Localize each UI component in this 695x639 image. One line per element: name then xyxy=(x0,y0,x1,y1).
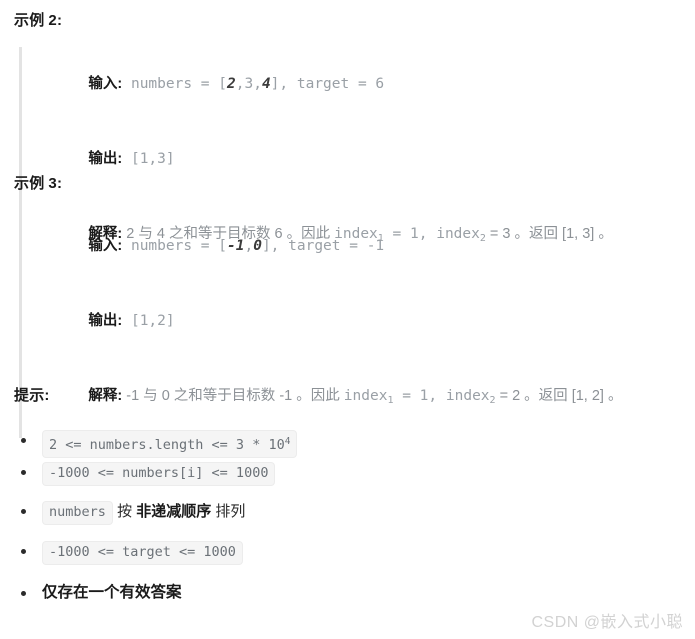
example-2-output-value: [1,3] xyxy=(122,151,175,167)
example-3-output-value: [1,2] xyxy=(122,313,175,329)
hint-3-text: 按 非递减顺序 排列 xyxy=(112,503,246,520)
bullet-icon xyxy=(21,549,26,554)
example-3-explanation-eq2: = 2 。返回 [1, 2] 。 xyxy=(495,388,623,404)
example-2-heading-number: 2: xyxy=(48,12,63,29)
example-3-input-label: 输入: xyxy=(88,238,123,254)
example-3-output-line: 输出: [1,2] xyxy=(36,284,681,359)
example-3-explanation-line: 解释: -1 与 0 之和等于目标数 -1 。因此 index1 = 1, in… xyxy=(36,359,681,438)
example-2-input-suffix: ], target = 6 xyxy=(270,76,385,92)
example-3-input-line: 输入: numbers = [-1,0], target = -1 xyxy=(36,209,681,284)
example-3-explanation-index2: index xyxy=(445,388,490,404)
example-3-explanation-text-1: -1 与 0 之和等于目标数 -1 。因此 xyxy=(122,388,344,404)
example-2-input-value-b: 4 xyxy=(261,76,271,92)
hints-list: 2 <= numbers.length <= 3 * 104 -1000 <= … xyxy=(14,430,674,615)
example-2-input-prefix: numbers = [ xyxy=(122,76,227,92)
example-3-block: 输入: numbers = [-1,0], target = -1 输出: [1… xyxy=(19,209,681,438)
example-2-output-line: 输出: [1,3] xyxy=(36,122,681,197)
bullet-icon xyxy=(21,509,26,514)
example-2-heading: 示例 2: xyxy=(14,12,62,30)
hint-2-code: -1000 <= numbers[i] <= 1000 xyxy=(42,462,276,486)
hint-item-4: -1000 <= target <= 1000 xyxy=(14,541,674,583)
hint-1-code: 2 <= numbers.length <= 3 * 104 xyxy=(42,430,298,459)
bullet-icon xyxy=(21,591,26,596)
hint-5-text: 仅存在一个有效答案 xyxy=(42,584,182,601)
hint-item-3: numbers 按 非递减顺序 排列 xyxy=(14,501,674,541)
example-3-input-mid: , xyxy=(244,238,254,254)
example-2-input-label: 输入: xyxy=(88,76,123,92)
example-3-heading: 示例 3: xyxy=(14,175,62,193)
example-3-input-prefix: numbers = [ xyxy=(122,238,227,254)
example-3-heading-number: 3: xyxy=(48,175,63,192)
example-3-explanation-eq1: = 1, xyxy=(393,388,446,404)
hint-4-code: -1000 <= target <= 1000 xyxy=(42,541,243,565)
example-3-explanation-index1: index xyxy=(343,388,388,404)
example-2-input-mid: ,3, xyxy=(235,76,262,92)
example-3-heading-label: 示例 xyxy=(14,175,45,192)
example-3-input-value-b: 0 xyxy=(253,238,262,254)
example-2-input-value-a: 2 xyxy=(227,76,236,92)
hint-1-code-exponent: 4 xyxy=(284,436,291,447)
hint-3-text-before: 按 xyxy=(112,503,137,520)
bullet-icon xyxy=(21,470,26,475)
example-3-input-suffix: ], target = -1 xyxy=(261,238,385,254)
example-2-input-line: 输入: numbers = [2,3,4], target = 6 xyxy=(36,47,681,122)
hint-3-text-bold: 非递减顺序 xyxy=(136,503,212,520)
problem-description-page: 示例 2: 输入: numbers = [2,3,4], target = 6 输… xyxy=(0,0,695,639)
example-3-input-value-a: -1 xyxy=(227,238,245,254)
example-2-heading-label: 示例 xyxy=(14,12,45,29)
hint-item-1: 2 <= numbers.length <= 3 * 104 xyxy=(14,430,674,462)
hints-heading: 提示: xyxy=(14,387,50,404)
csdn-watermark: CSDN @嵌入式小聪 xyxy=(531,614,683,631)
hint-3-code: numbers xyxy=(42,501,113,525)
example-2-output-label: 输出: xyxy=(88,151,123,167)
hint-3-text-after: 排列 xyxy=(211,503,246,520)
hint-1-code-text: 2 <= numbers.length <= 3 * 10 xyxy=(49,437,285,454)
hint-item-2: -1000 <= numbers[i] <= 1000 xyxy=(14,462,674,501)
example-3-output-label: 输出: xyxy=(88,313,123,329)
bullet-icon xyxy=(21,438,26,443)
example-3-explanation-label: 解释: xyxy=(88,388,123,404)
